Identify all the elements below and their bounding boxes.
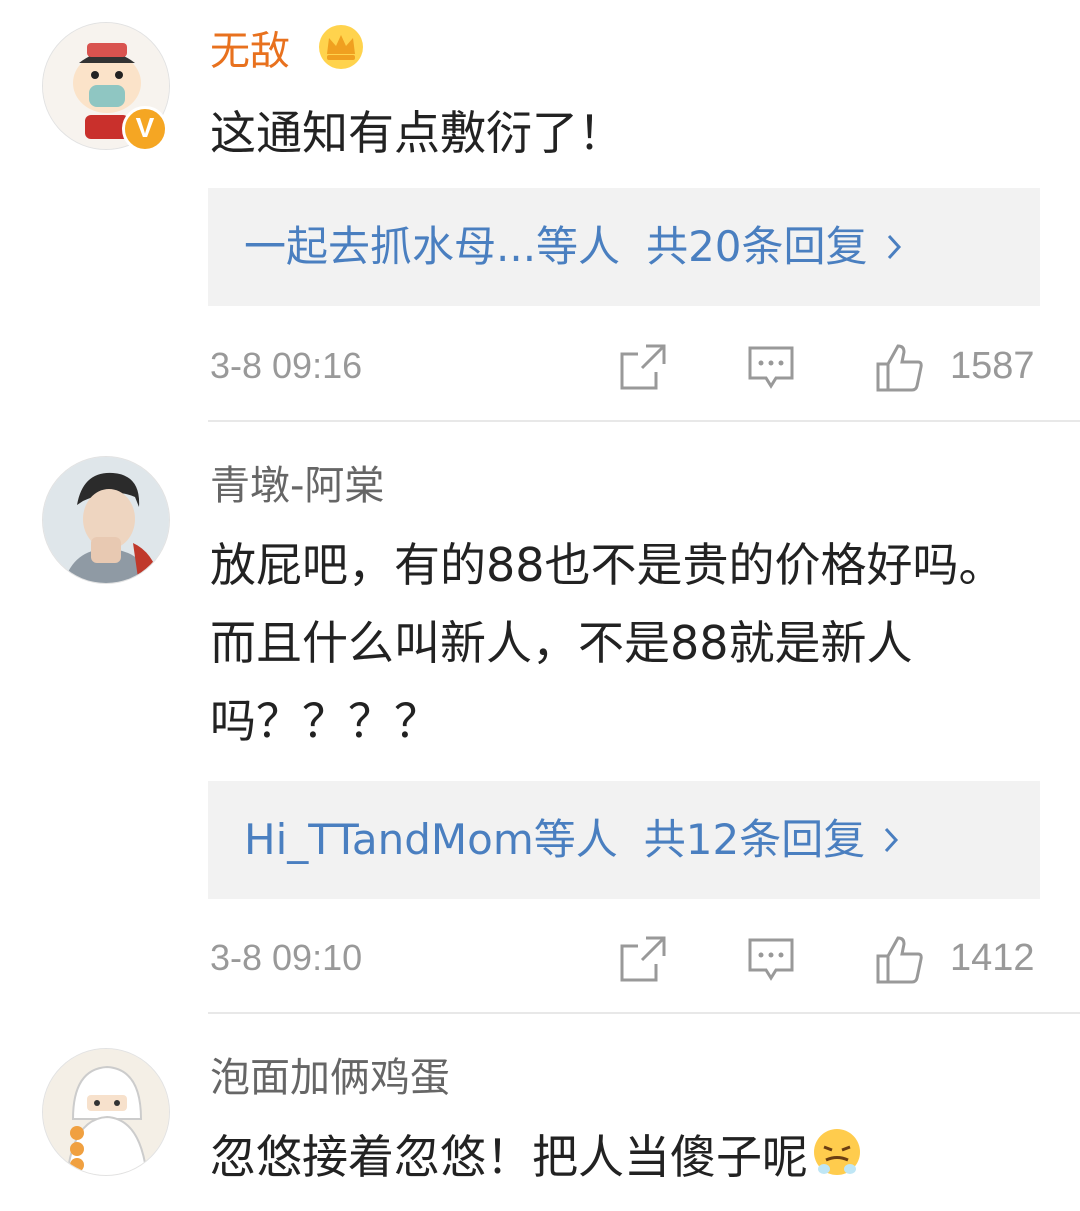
comment-meta: 3-8 09:16 1587 xyxy=(0,336,1080,396)
replies-users: 一起去抓水母...等人 xyxy=(244,222,621,271)
avatar[interactable] xyxy=(42,456,170,584)
username[interactable]: 无敌 xyxy=(210,24,367,83)
comment-text-content: 忽悠接着忽悠！把人当傻子呢 xyxy=(210,1130,808,1184)
steaming-face-icon xyxy=(812,1122,862,1200)
comment-text: 忽悠接着忽悠！把人当傻子呢 xyxy=(210,1118,1040,1200)
forward-icon[interactable] xyxy=(618,934,668,984)
avatar[interactable] xyxy=(42,1048,170,1176)
forward-icon[interactable] xyxy=(618,342,668,392)
like-count: 1412 xyxy=(950,937,1035,979)
like-icon[interactable] xyxy=(874,342,924,392)
divider xyxy=(208,420,1080,422)
like-icon[interactable] xyxy=(874,934,924,984)
replies-count: 共20条回复 xyxy=(646,222,868,271)
comment-text: 放屁吧，有的88也不是贵的价格好吗。而且什么叫新人，不是88就是新人吗？？？？ xyxy=(210,538,1005,748)
replies-link[interactable]: 一起去抓水母...等人 共20条回复 xyxy=(208,188,1040,306)
username-text: 无敌 xyxy=(210,28,290,75)
like-count: 1587 xyxy=(950,345,1035,387)
comment-text: 这通知有点敷衍了！ xyxy=(210,106,624,160)
verified-badge: V xyxy=(122,106,168,152)
replies-users: Hi_TTandMom等人 xyxy=(244,815,618,864)
username[interactable]: 泡面加俩鸡蛋 xyxy=(210,1052,450,1104)
comment-icon[interactable] xyxy=(746,934,796,984)
crown-icon xyxy=(315,24,367,83)
timestamp: 3-8 09:10 xyxy=(210,937,363,978)
replies-count: 共12条回复 xyxy=(643,815,866,864)
chevron-right-icon xyxy=(883,781,899,899)
divider xyxy=(208,1012,1080,1014)
timestamp: 3-8 09:16 xyxy=(210,345,363,386)
replies-link[interactable]: Hi_TTandMom等人 共12条回复 xyxy=(208,781,1040,899)
comment-meta: 3-8 09:10 1412 xyxy=(0,928,1080,988)
username[interactable]: 青墩-阿棠 xyxy=(210,460,384,512)
comment-icon[interactable] xyxy=(746,342,796,392)
chevron-right-icon xyxy=(886,188,902,306)
